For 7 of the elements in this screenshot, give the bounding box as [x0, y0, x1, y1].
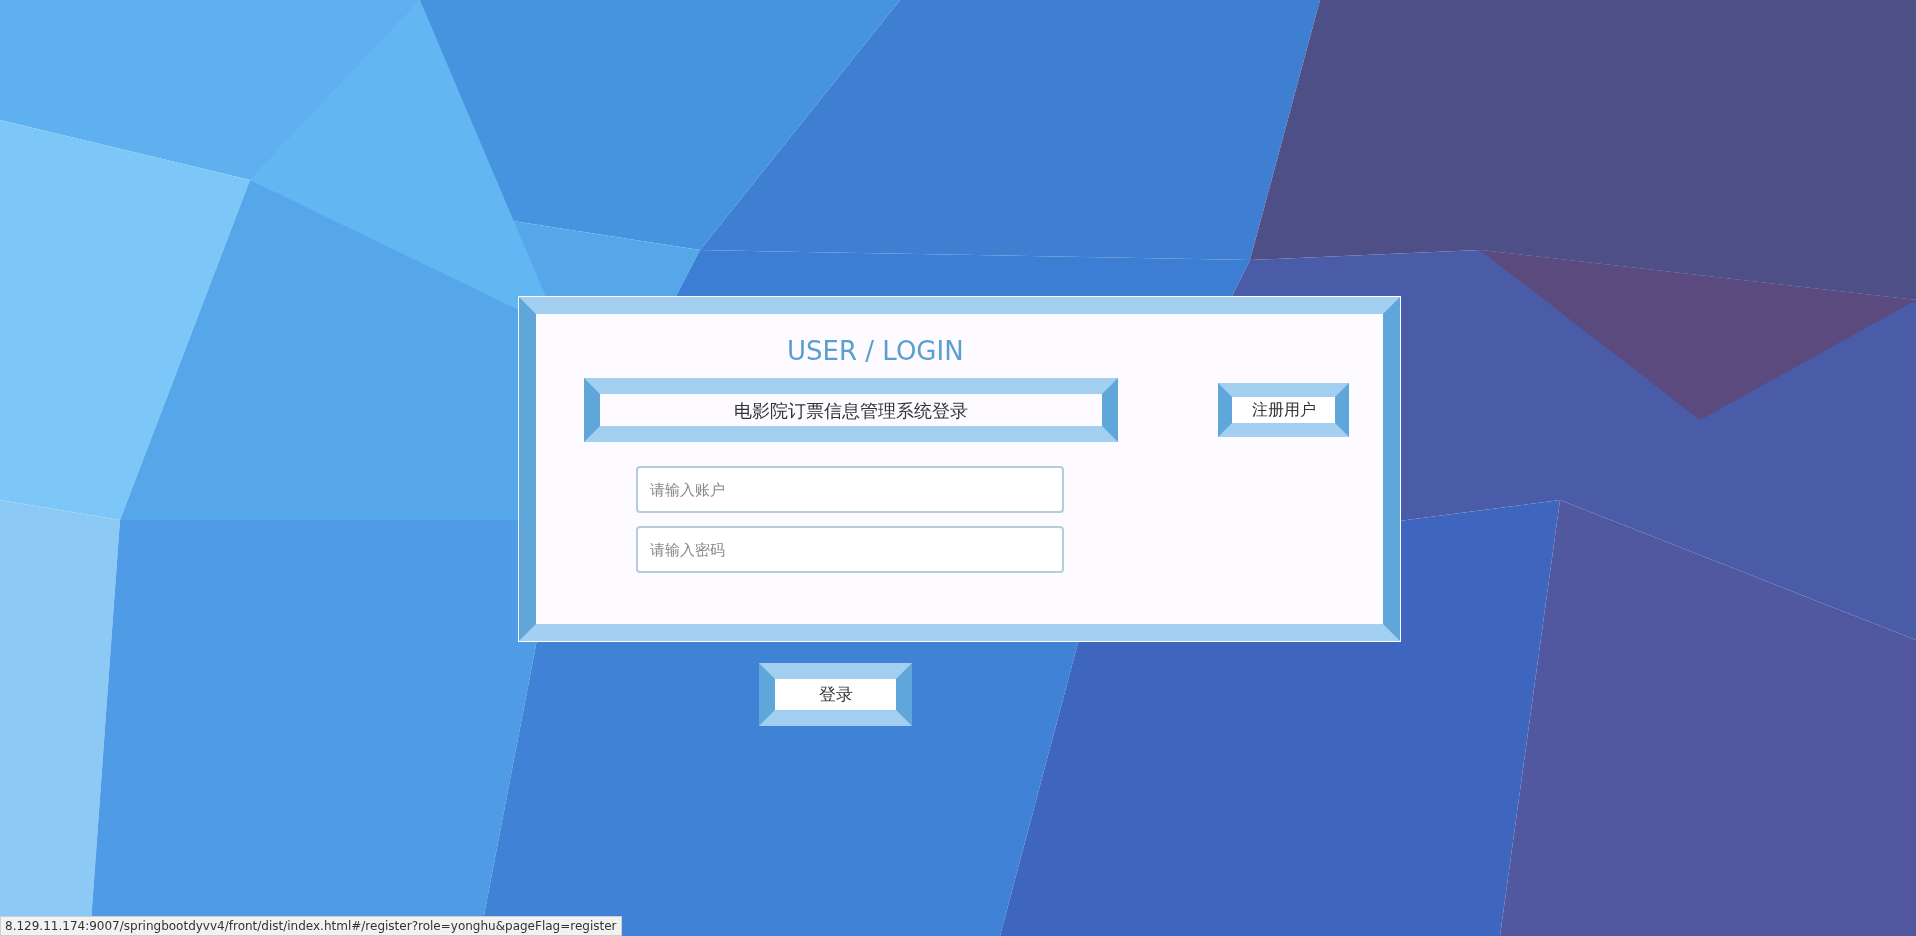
login-button[interactable]: 登录 [759, 663, 912, 726]
register-button[interactable]: 注册用户 [1218, 383, 1349, 437]
status-bar: 8.129.11.174:9007/springbootdyvv4/front/dist/index.html#/register?role=yonghu&pageFlag=register [0, 916, 622, 936]
login-heading: USER / LOGIN [787, 335, 964, 368]
system-title: 电影院订票信息管理系统登录 [584, 378, 1118, 442]
input-field[interactable]: 请输入账户 [636, 466, 1064, 513]
input-field[interactable]: 请输入密码 [636, 526, 1064, 573]
